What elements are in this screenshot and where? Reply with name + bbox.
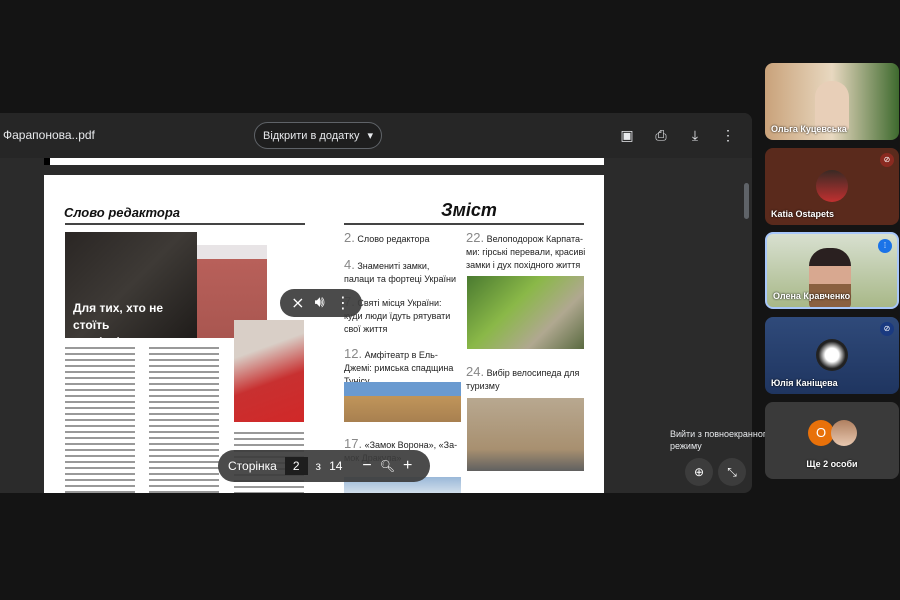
mountain-bike-image <box>467 276 584 349</box>
amphitheatre-image <box>344 382 461 422</box>
avatar <box>816 339 848 371</box>
divider <box>65 223 305 225</box>
zoom-in-icon[interactable]: + <box>403 457 412 475</box>
hero-image: Для тих, хто не стоїть на місці... <box>65 232 197 349</box>
toc-item[interactable]: 4. Знамениті замки, палаци та фортеці Ук… <box>344 258 462 286</box>
toc-item[interactable]: 24. Вибір велосипеда для туризму <box>466 365 586 393</box>
participant-tile[interactable]: Ольга Куцевська <box>765 63 899 140</box>
print-icon[interactable]: ⎙ <box>652 126 670 144</box>
editor-photo <box>234 320 304 422</box>
avatar <box>816 170 848 202</box>
toc-item[interactable]: 2. Слово редактора <box>344 231 462 246</box>
mic-off-icon: ⊘ <box>880 322 894 336</box>
toc-text: Знамениті замки, палаци та фортеці Украї… <box>344 261 457 284</box>
toc-num: 22. <box>466 230 485 245</box>
toc-num: 2. <box>344 230 355 245</box>
more-participants-tile[interactable]: О Ще 2 особи <box>765 402 899 479</box>
article-column-1 <box>65 345 135 493</box>
exit-fullscreen-icon: ⤡ <box>727 465 737 479</box>
toc-title: Зміст <box>441 200 497 220</box>
more-participants-label: Ще 2 особи <box>806 459 858 469</box>
no-text-icon[interactable]: ⨯ <box>291 293 304 313</box>
toc-num: 12. <box>344 346 363 361</box>
toc-num: 24. <box>466 364 485 379</box>
open-in-app-label: Відкрити в додатку <box>262 129 360 142</box>
zoom-button[interactable]: ⊕ <box>685 458 713 486</box>
participant-name: Юлія Каніщева <box>771 378 838 388</box>
participant-name: Олена Кравченко <box>773 291 851 301</box>
participant-tile[interactable]: ⁞ Олена Кравченко <box>765 232 899 309</box>
toc-num: 17. <box>344 436 363 451</box>
page-of-label: з <box>315 459 322 473</box>
toc-text: Слово редактора <box>357 234 430 244</box>
page-number-input[interactable]: 2 <box>284 457 308 475</box>
pdf-page: Слово редактора Для тих, хто не стоїть н… <box>44 175 604 493</box>
exit-fullscreen-tooltip: Вийти з повноекранного режиму <box>670 429 771 451</box>
hero-text-line1: Для тих, хто не стоїть <box>73 301 164 332</box>
zoom-icon: ⊕ <box>693 465 705 479</box>
previous-page-edge <box>44 158 604 165</box>
zoom-icon[interactable]: 🔍︎ <box>380 459 395 473</box>
zoom-out-icon[interactable]: − <box>362 457 371 475</box>
page-total: 14 <box>329 459 343 473</box>
viewer-toolbar: Фарапонова..pdf Відкрити в додатку ▾ ▣ ⎙… <box>0 113 752 158</box>
read-aloud-icon[interactable]: 🔊︎ <box>315 294 325 312</box>
toc-text: Велоподорож Карпата-ми: гірські перевали… <box>466 234 586 270</box>
exit-fullscreen-button[interactable]: ⤡ <box>718 458 746 486</box>
add-to-drive-icon[interactable]: ▣ <box>618 126 636 144</box>
participant-name: Katia Ostapets <box>771 209 835 219</box>
hero-text: Для тих, хто не стоїть на місці... <box>73 300 197 351</box>
toc-item[interactable]: 22. Велоподорож Карпата-ми: гірські пере… <box>466 231 586 272</box>
mic-off-icon: ⊘ <box>880 153 894 167</box>
toc-num: 4. <box>344 257 355 272</box>
speaking-indicator-icon: ⁞ <box>878 239 892 253</box>
open-in-app-button[interactable]: Відкрити в додатку ▾ <box>254 122 382 149</box>
download-icon[interactable]: ⤓ <box>686 126 704 144</box>
divider <box>344 223 584 225</box>
article-column-2 <box>149 345 219 493</box>
pdf-viewer: Фарапонова..pdf Відкрити в додатку ▾ ▣ ⎙… <box>0 113 752 493</box>
scrollbar[interactable] <box>744 183 749 219</box>
participant-name: Ольга Куцевська <box>771 124 847 134</box>
file-name: Фарапонова..pdf <box>3 128 95 142</box>
avatar <box>831 420 857 446</box>
participant-tile[interactable]: ⊘ Юлія Каніщева <box>765 317 899 394</box>
dropdown-arrow-icon: ▾ <box>367 130 373 142</box>
more-vert-icon[interactable]: ⋮ <box>719 126 737 144</box>
page-actions-toolbar: ⨯ 🔊︎ ⋮ <box>280 289 362 317</box>
participant-tile[interactable]: ⊘ Katia Ostapets <box>765 148 899 225</box>
page-label: Сторінка <box>228 459 277 473</box>
more-vert-icon[interactable]: ⋮ <box>335 293 351 313</box>
touring-bike-image <box>467 398 584 471</box>
editor-heading: Слово редактора <box>64 205 181 220</box>
page-nav-bar: Сторінка 2 з 14 − 🔍︎ + <box>218 450 430 482</box>
